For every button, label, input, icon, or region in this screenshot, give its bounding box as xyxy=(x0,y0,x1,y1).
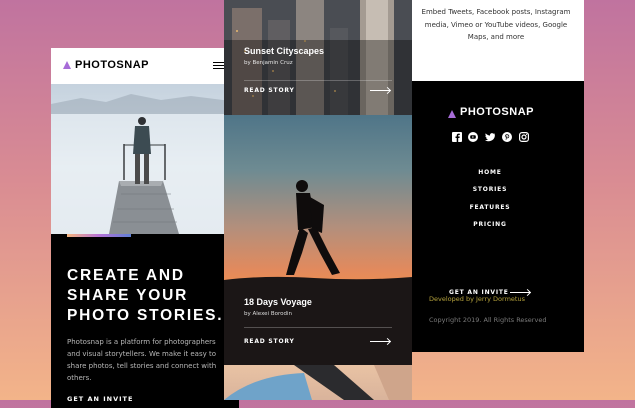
divider xyxy=(244,80,392,81)
youtube-icon[interactable] xyxy=(468,132,478,142)
footer-nav-home[interactable]: HOME xyxy=(412,169,568,176)
footer-nav-stories[interactable]: STORIES xyxy=(412,186,568,193)
footer-screen: Embed Tweets, Facebook posts, Instagram … xyxy=(412,0,584,352)
cityscape-photo xyxy=(224,0,412,115)
home-logo[interactable]: PHOTOSNAP xyxy=(75,59,149,71)
architecture-photo xyxy=(224,365,412,400)
hero-photo xyxy=(51,94,239,234)
get-invite-link[interactable]: GET AN INVITE xyxy=(67,395,133,403)
footer-logo[interactable]: PHOTOSNAP xyxy=(460,106,534,118)
footer-nav-pricing[interactable]: PRICING xyxy=(412,221,568,228)
copyright-text: Copyright 2019. All Rights Reserved xyxy=(429,316,547,324)
story-title: 18 Days Voyage xyxy=(244,297,312,307)
home-header: PHOTOSNAP xyxy=(51,48,239,84)
hero-headline: CREATE AND SHARE YOUR PHOTO STORIES. xyxy=(67,266,232,326)
story-card-peek[interactable] xyxy=(224,365,412,400)
accent-gradient-bar xyxy=(67,234,131,237)
story-card[interactable]: Sunset Cityscapes by Benjamin Cruz READ … xyxy=(224,0,412,115)
story-author: by Alexei Borodin xyxy=(244,311,292,317)
hero-description: Photosnap is a platform for photographer… xyxy=(67,338,217,382)
headline-line: CREATE AND xyxy=(67,267,185,284)
arrow-right-icon[interactable] xyxy=(370,90,390,91)
headline-line: SHARE YOUR xyxy=(67,287,189,304)
logo-icon xyxy=(63,61,71,69)
twitter-icon[interactable] xyxy=(485,132,495,142)
developer-credit[interactable]: Developed by Jerry Dormetus xyxy=(429,295,525,303)
arrow-right-icon[interactable] xyxy=(370,341,390,342)
story-author: by Benjamin Cruz xyxy=(244,60,293,66)
story-title: Sunset Cityscapes xyxy=(244,46,325,56)
read-story-link[interactable]: READ STORY xyxy=(244,87,295,94)
read-story-link[interactable]: READ STORY xyxy=(244,338,295,345)
arrow-right-icon[interactable] xyxy=(510,292,530,293)
footer-nav-features[interactable]: FEATURES xyxy=(412,204,568,211)
pinterest-icon[interactable] xyxy=(502,132,512,142)
facebook-icon[interactable] xyxy=(452,132,462,142)
headline-line: PHOTO STORIES. xyxy=(67,307,224,324)
hamburger-icon[interactable] xyxy=(213,62,224,69)
footer xyxy=(412,81,584,352)
features-description: Embed Tweets, Facebook posts, Instagram … xyxy=(421,8,571,41)
divider xyxy=(244,327,392,328)
features-card: Embed Tweets, Facebook posts, Instagram … xyxy=(412,0,584,81)
stories-screen: Sunset Cityscapes by Benjamin Cruz READ … xyxy=(224,0,412,400)
instagram-icon[interactable] xyxy=(519,132,529,142)
home-screen: PHOTOSNAP CREATE AND SHARE YOUR PHOTO ST… xyxy=(51,48,239,408)
hero-image xyxy=(51,84,239,234)
logo-icon xyxy=(448,110,456,118)
